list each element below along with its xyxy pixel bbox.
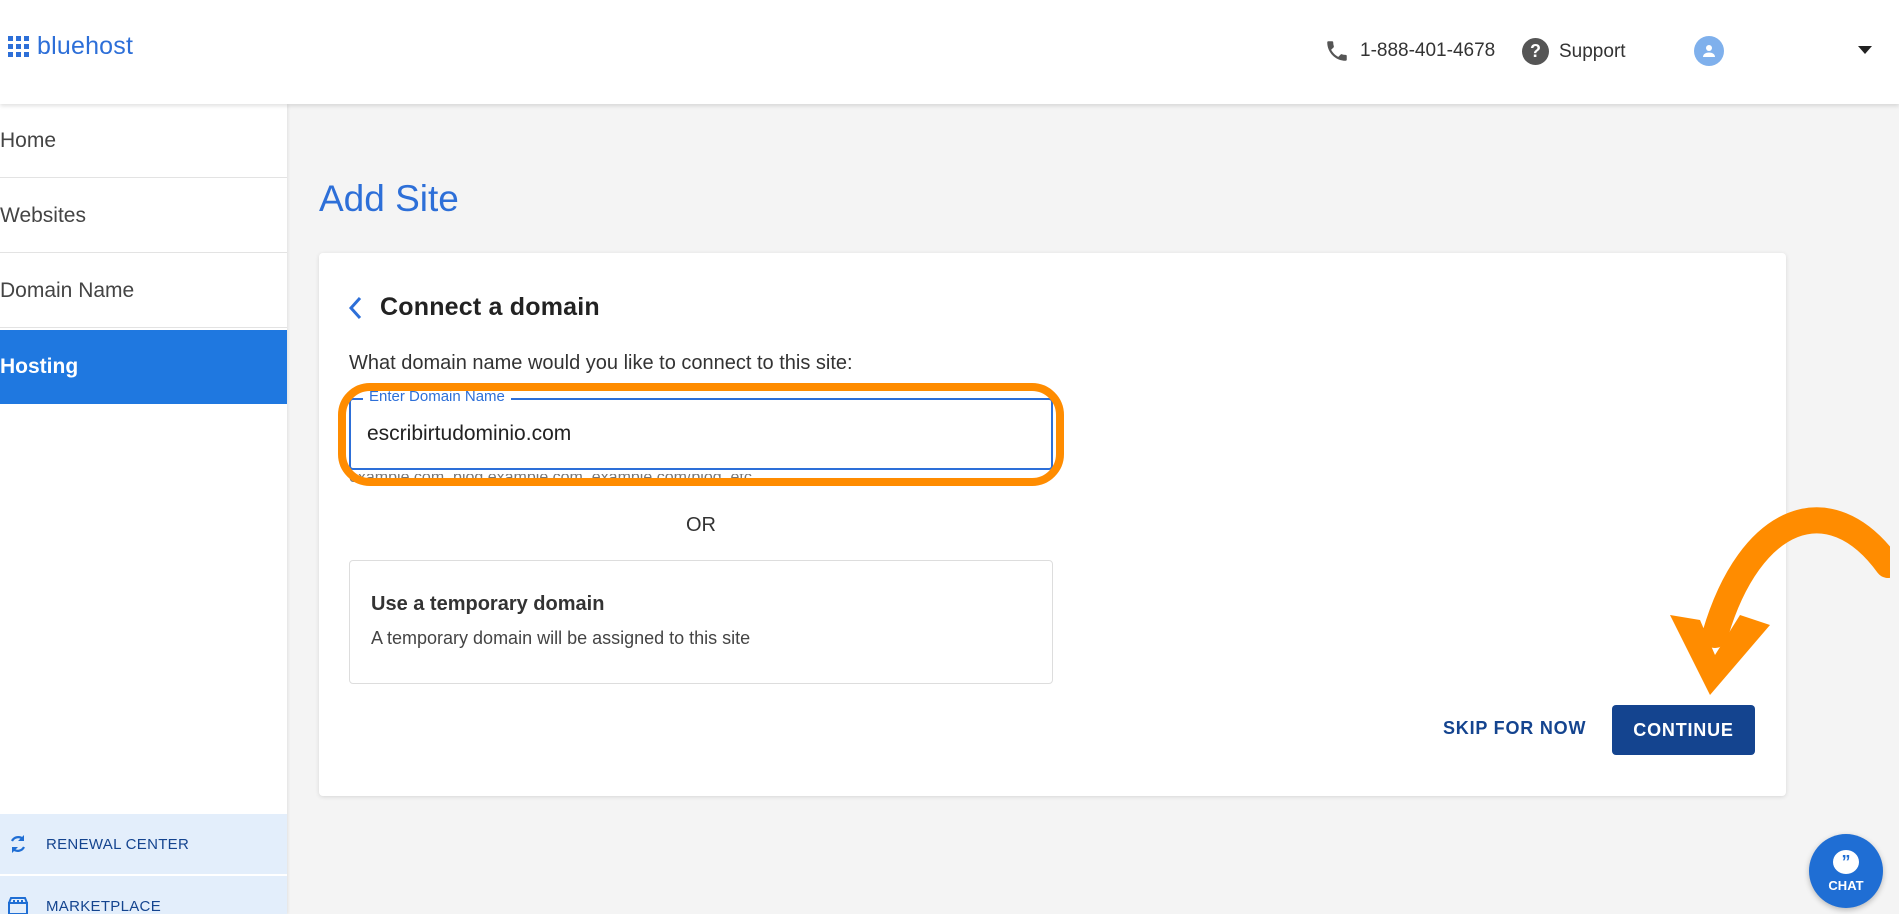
add-site-card: Connect a domain What domain name would … [319,253,1786,796]
sidebar-item-hosting[interactable]: Hosting [0,330,287,404]
sidebar-renewal-center[interactable]: RENEWAL CENTER [0,814,287,874]
account-dropdown-caret-icon[interactable] [1858,46,1872,54]
support-label: Support [1559,40,1626,62]
sidebar-item-label: Home [0,128,57,152]
sidebar-item-label: Domain Name [0,278,135,302]
marketplace-label: MARKETPLACE [46,897,161,914]
user-avatar[interactable] [1694,36,1724,66]
logo-text: bluehost [37,32,134,60]
sidebar-item-domain-name[interactable]: Domain Name [0,254,287,328]
sidebar-item-websites[interactable]: Websites [0,179,287,253]
temporary-domain-description: A temporary domain will be assigned to t… [371,628,751,648]
page-title: Add Site [319,178,459,219]
top-header: bluehost 1-888-401-4678 ? Support [0,0,1899,104]
refresh-icon [11,835,25,853]
support-link[interactable]: ? Support [1522,38,1626,65]
sidebar-item-label: Hosting [0,355,79,378]
card-heading: Connect a domain [380,293,600,321]
domain-field-helper: example.com, blog.example.com, example.c… [349,474,757,484]
phone-icon [1327,41,1347,61]
user-icon [1703,45,1715,57]
chat-bubble-icon: ” [1833,849,1859,874]
sidebar: Home Websites Domain Name Hosting RENEWA… [0,104,287,914]
domain-name-field: Enter Domain Name [349,388,1053,470]
store-icon [8,897,28,914]
phone-link[interactable]: 1-888-401-4678 [1324,38,1495,64]
phone-number: 1-888-401-4678 [1360,40,1496,61]
skip-for-now-button[interactable]: SKIP FOR NOW [1443,703,1586,753]
chat-label: CHAT [1828,877,1864,893]
chevron-left-icon [348,296,362,319]
logo-grid-icon [8,36,29,57]
bluehost-logo[interactable]: bluehost [8,32,133,61]
temporary-domain-title: Use a temporary domain [371,593,605,615]
domain-name-input[interactable] [351,400,1051,468]
domain-field-label: Enter Domain Name [363,388,511,405]
domain-question: What domain name would you like to conne… [349,352,853,374]
temporary-domain-option[interactable]: Use a temporary domain A temporary domai… [349,560,1053,684]
renewal-center-label: RENEWAL CENTER [46,835,190,853]
back-button[interactable]: Connect a domain [346,293,600,322]
chat-button[interactable]: ” CHAT [1809,834,1883,908]
help-icon: ? [1522,38,1549,65]
continue-button[interactable]: CONTINUE [1612,705,1755,755]
sidebar-item-label: Websites [0,203,86,227]
or-divider: OR [686,514,716,536]
sidebar-marketplace[interactable]: MARKETPLACE [0,876,287,914]
sidebar-item-home[interactable]: Home [0,104,287,178]
